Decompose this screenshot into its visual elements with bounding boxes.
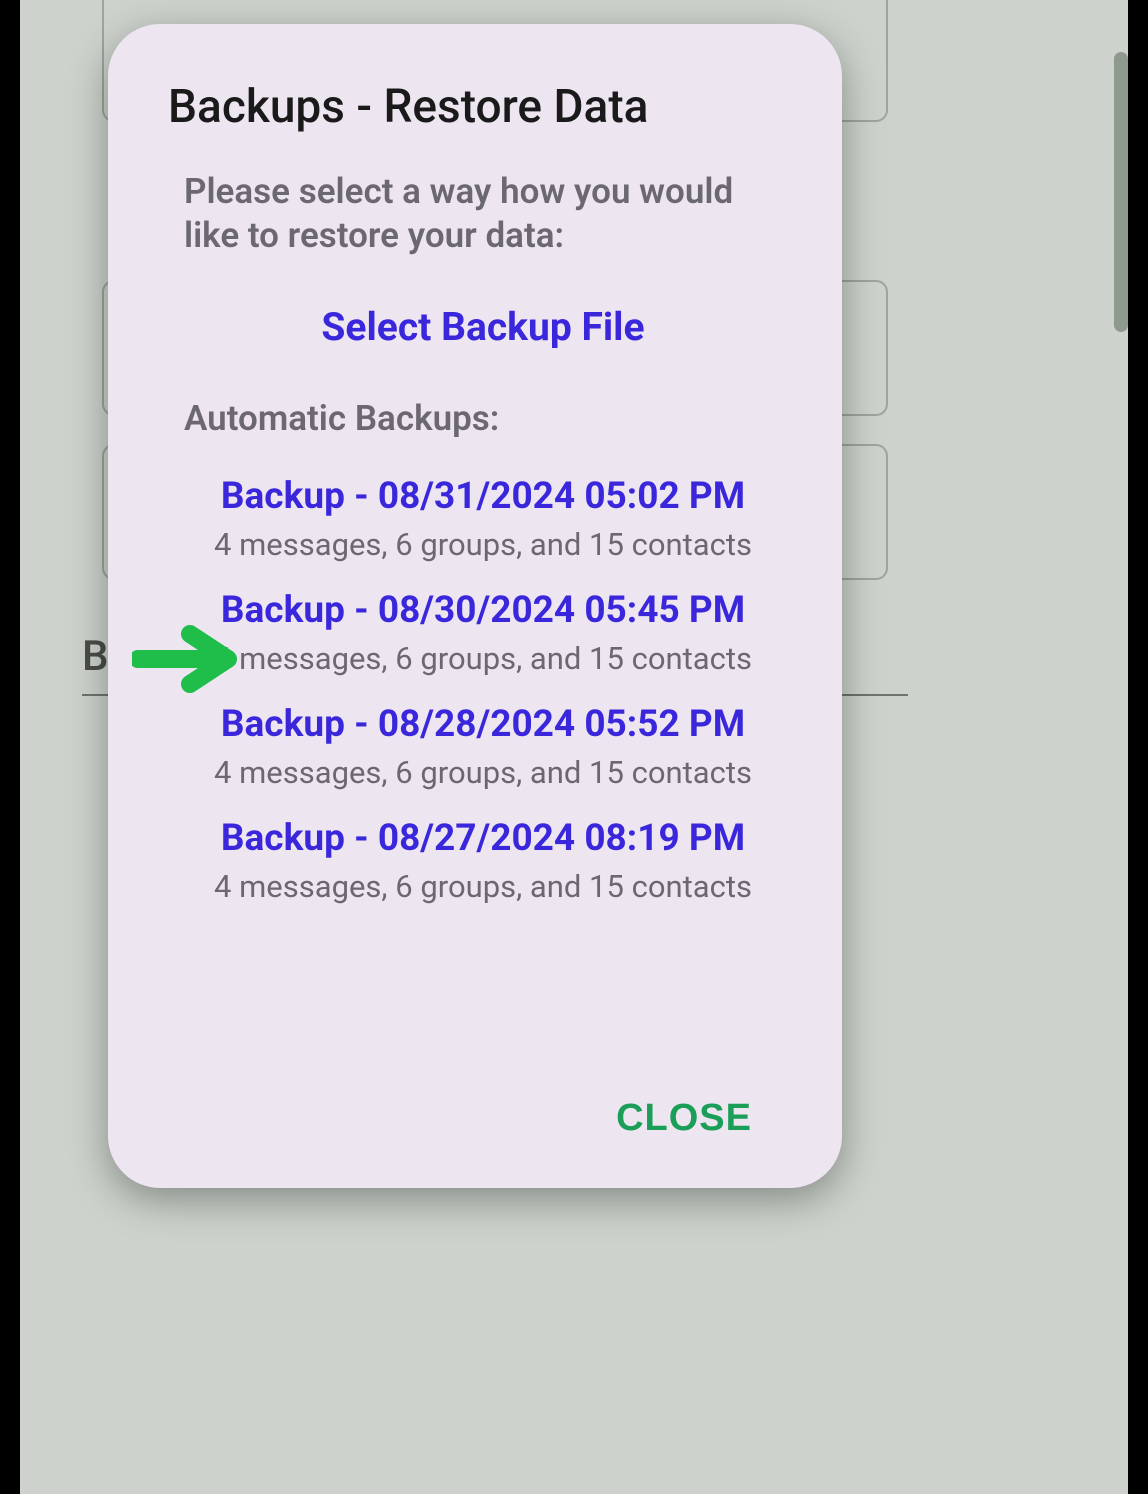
backup-item-title: Backup - 08/30/2024 05:45 PM xyxy=(221,589,745,632)
automatic-backups-heading: Automatic Backups: xyxy=(184,398,782,439)
backup-item-subtitle: 4 messages, 6 groups, and 15 contacts xyxy=(214,640,752,677)
backup-item-title: Backup - 08/31/2024 05:02 PM xyxy=(221,475,745,518)
dialog-body: Please select a way how you would like t… xyxy=(168,170,782,1049)
select-backup-file-link[interactable]: Select Backup File xyxy=(184,304,782,350)
backup-list: Backup - 08/31/2024 05:02 PM 4 messages,… xyxy=(184,475,782,905)
backup-item-title: Backup - 08/28/2024 05:52 PM xyxy=(221,703,745,746)
backup-item-subtitle: 4 messages, 6 groups, and 15 contacts xyxy=(214,868,752,905)
dialog-title: Backups - Restore Data xyxy=(168,80,782,134)
restore-dialog: Backups - Restore Data Please select a w… xyxy=(108,24,842,1188)
backup-item[interactable]: Backup - 08/27/2024 08:19 PM 4 messages,… xyxy=(184,817,782,905)
backup-item-subtitle: 4 messages, 6 groups, and 15 contacts xyxy=(214,754,752,791)
scrollbar[interactable] xyxy=(1114,52,1128,332)
backup-item[interactable]: Backup - 08/28/2024 05:52 PM 4 messages,… xyxy=(184,703,782,791)
close-button[interactable]: CLOSE xyxy=(586,1089,782,1148)
backup-item[interactable]: Backup - 08/30/2024 05:45 PM 4 messages,… xyxy=(184,589,782,677)
dialog-instruction: Please select a way how you would like t… xyxy=(184,170,782,258)
backup-item[interactable]: Backup - 08/31/2024 05:02 PM 4 messages,… xyxy=(184,475,782,563)
backup-item-title: Backup - 08/27/2024 08:19 PM xyxy=(221,817,745,860)
backup-item-subtitle: 4 messages, 6 groups, and 15 contacts xyxy=(214,526,752,563)
dialog-actions: CLOSE xyxy=(168,1049,782,1148)
